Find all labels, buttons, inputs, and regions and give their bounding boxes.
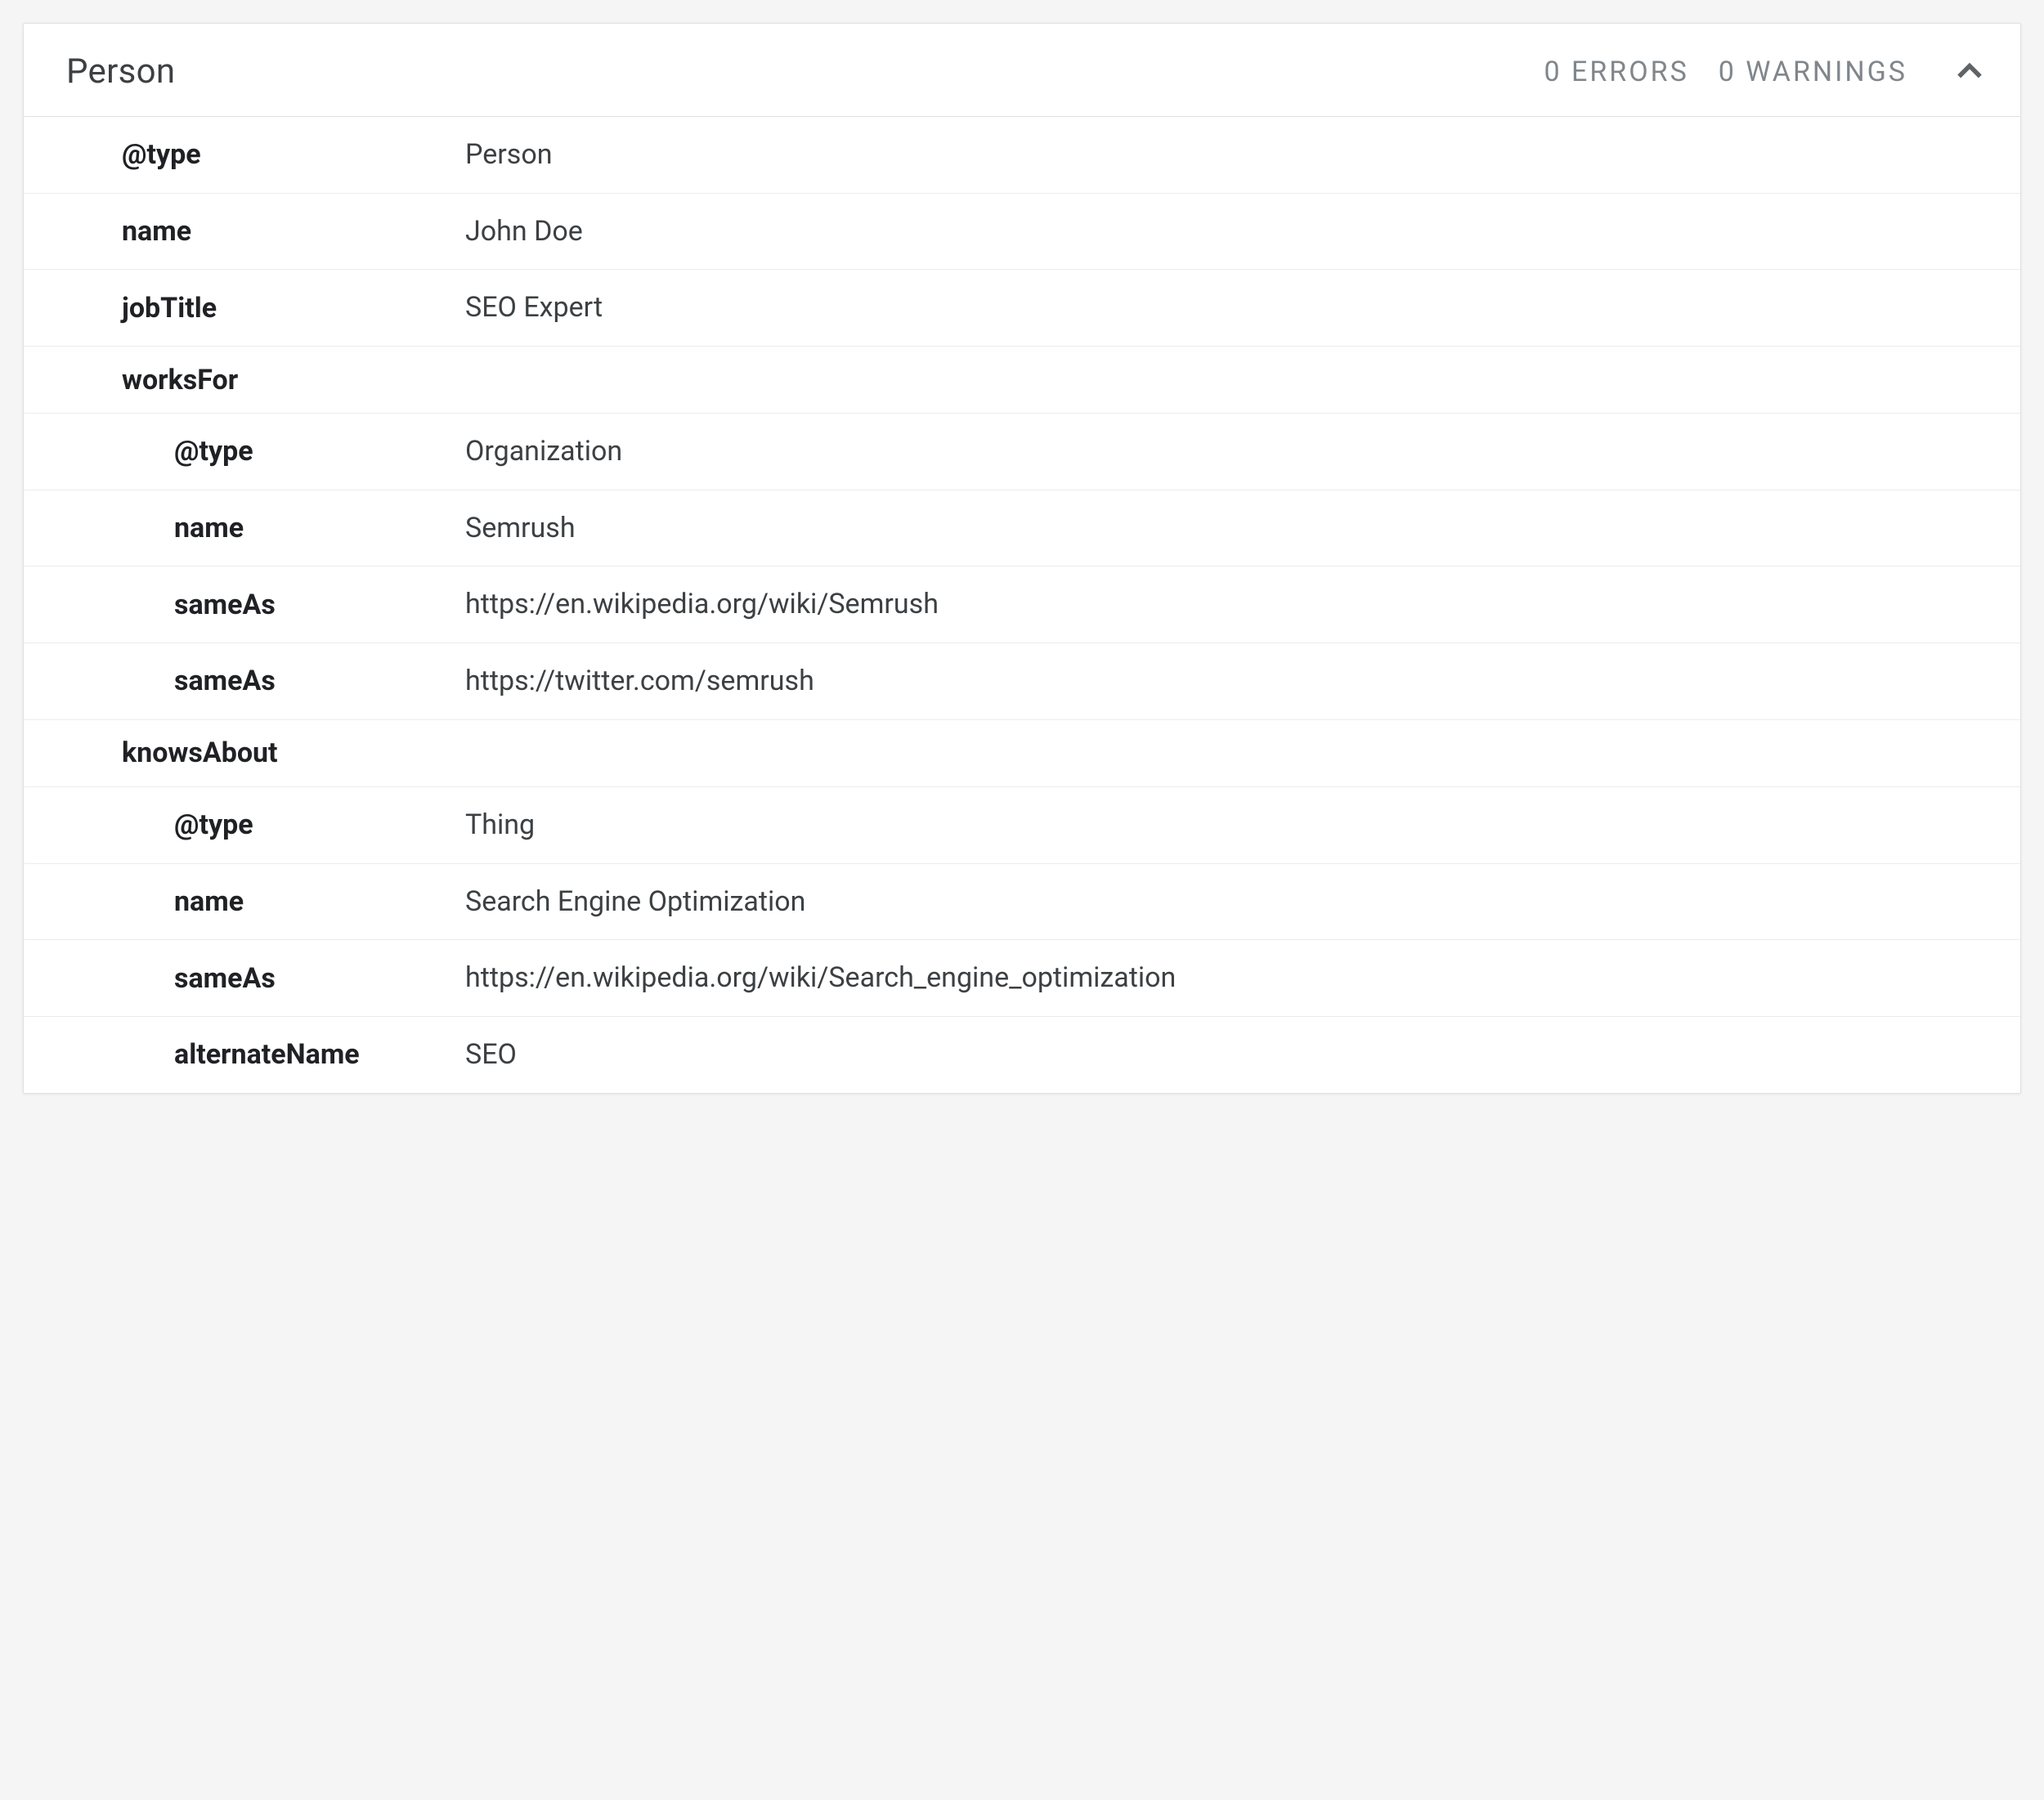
property-row: jobTitleSEO Expert bbox=[24, 270, 2020, 347]
schema-panel: Person 0 ERRORS 0 WARNINGS @typePersonna… bbox=[23, 23, 2021, 1094]
property-value: SEO Expert bbox=[465, 286, 1988, 329]
property-rows: @typePersonnameJohn DoejobTitleSEO Exper… bbox=[24, 117, 2020, 1093]
status-group: 0 ERRORS 0 WARNINGS bbox=[1544, 54, 1988, 90]
property-row: knowsAbout bbox=[24, 720, 2020, 787]
warnings-count: 0 WARNINGS bbox=[1719, 56, 1907, 88]
property-key: sameAs bbox=[24, 962, 465, 995]
property-row: sameAshttps://en.wikipedia.org/wiki/Semr… bbox=[24, 566, 2020, 643]
property-value: Search Engine Optimization bbox=[465, 880, 1988, 924]
property-value: https://twitter.com/semrush bbox=[465, 660, 1988, 703]
property-value: Person bbox=[465, 133, 1988, 177]
property-row: nameSemrush bbox=[24, 490, 2020, 567]
property-value: Semrush bbox=[465, 507, 1988, 550]
errors-count: 0 ERRORS bbox=[1544, 56, 1688, 88]
property-key: sameAs bbox=[24, 589, 465, 621]
property-row: @typePerson bbox=[24, 117, 2020, 194]
property-value: John Doe bbox=[465, 210, 1988, 253]
panel-title: Person bbox=[66, 51, 1544, 92]
property-value: Thing bbox=[465, 804, 1988, 847]
property-value: Organization bbox=[465, 430, 1988, 473]
property-row: @typeThing bbox=[24, 787, 2020, 864]
property-key: @type bbox=[24, 138, 465, 171]
property-key: sameAs bbox=[24, 665, 465, 697]
property-key: jobTitle bbox=[24, 292, 465, 325]
property-value: SEO bbox=[465, 1033, 1988, 1077]
chevron-up-icon[interactable] bbox=[1937, 54, 1988, 90]
property-row: worksFor bbox=[24, 347, 2020, 414]
property-value: https://en.wikipedia.org/wiki/Semrush bbox=[465, 583, 1988, 626]
property-row: sameAshttps://twitter.com/semrush bbox=[24, 643, 2020, 720]
property-key: name bbox=[24, 215, 465, 248]
property-row: alternateNameSEO bbox=[24, 1017, 2020, 1093]
property-key: name bbox=[24, 512, 465, 544]
panel-header[interactable]: Person 0 ERRORS 0 WARNINGS bbox=[24, 24, 2020, 117]
property-value: https://en.wikipedia.org/wiki/Search_eng… bbox=[465, 956, 1988, 1000]
property-key: @type bbox=[24, 808, 465, 841]
property-key: @type bbox=[24, 435, 465, 468]
property-key: alternateName bbox=[24, 1038, 465, 1071]
property-row: nameSearch Engine Optimization bbox=[24, 864, 2020, 941]
property-row: sameAshttps://en.wikipedia.org/wiki/Sear… bbox=[24, 940, 2020, 1017]
property-key: name bbox=[24, 885, 465, 918]
property-row: @typeOrganization bbox=[24, 414, 2020, 490]
property-row: nameJohn Doe bbox=[24, 194, 2020, 271]
property-key: worksFor bbox=[24, 364, 465, 396]
property-key: knowsAbout bbox=[24, 737, 465, 769]
